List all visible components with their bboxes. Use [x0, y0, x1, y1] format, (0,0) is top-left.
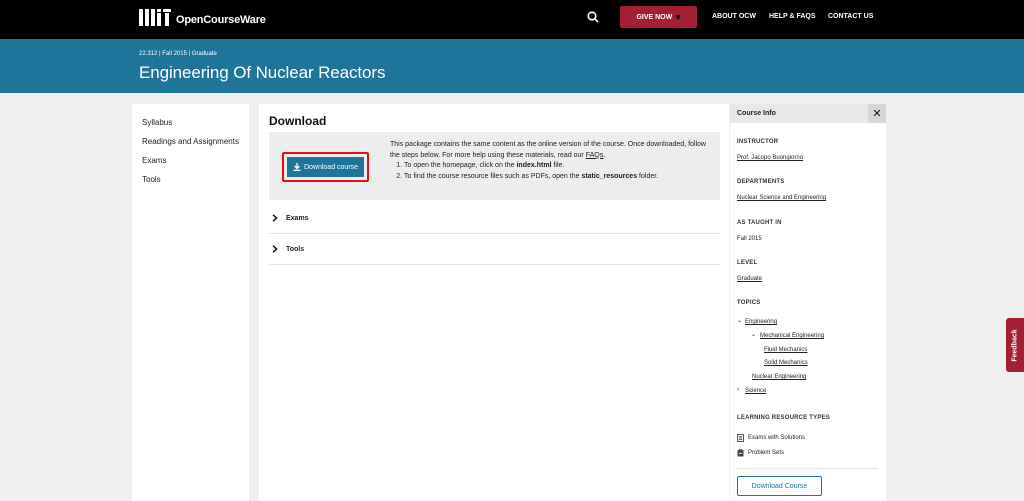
- nav-item-readings[interactable]: Readings and Assignments: [142, 137, 239, 146]
- accordion-tools[interactable]: Tools: [269, 234, 720, 265]
- intro-text: This package contains the same content a…: [390, 141, 706, 159]
- course-info-title: Course Info: [737, 110, 776, 117]
- course-meta: 22.312 | Fall 2015 | Graduate: [139, 51, 217, 57]
- step-2-end: folder.: [639, 172, 659, 180]
- lrt-problem-sets-label: Problem Sets: [748, 450, 785, 456]
- top-navigation-bar: OpenCourseWare GIVE NOW ♥ ABOUT OCW HELP…: [0, 0, 1024, 39]
- course-banner: 22.312 | Fall 2015 | Graduate Engineerin…: [0, 39, 1024, 93]
- chevron-right-icon: [272, 245, 278, 253]
- departments-label: DEPARTMENTS: [737, 179, 785, 185]
- search-icon[interactable]: [587, 11, 599, 23]
- logo-text: OpenCourseWare: [176, 14, 266, 26]
- step-2-folder: static_resources: [581, 172, 638, 180]
- department-link[interactable]: Nuclear Science and Engineering: [737, 195, 826, 201]
- download-icon: [293, 163, 301, 171]
- feedback-label: Feedback: [1011, 328, 1019, 362]
- lrt-problem-sets[interactable]: Problem Sets: [737, 449, 784, 457]
- instructor-label: INSTRUCTOR: [737, 139, 779, 145]
- lrt-exams-label: Exams with Solutions: [748, 435, 806, 441]
- course-info-panel: Course Info ✕ INSTRUCTOR Prof. Jacopo Bu…: [730, 104, 886, 501]
- faqs-link[interactable]: FAQs: [586, 152, 604, 159]
- topic-mechanical-engineering[interactable]: Mechanical Engineering: [760, 333, 824, 339]
- chevron-right-icon[interactable]: ›: [737, 387, 739, 393]
- level-link[interactable]: Graduate: [737, 276, 762, 282]
- ocw-logo[interactable]: OpenCourseWare: [139, 9, 266, 26]
- step-2: To find the course resource files such a…: [404, 172, 716, 183]
- close-icon[interactable]: ✕: [868, 104, 886, 123]
- nav-contact-us[interactable]: CONTACT US: [828, 13, 873, 20]
- download-course-label: Download course: [303, 163, 359, 171]
- topics-label: TOPICS: [737, 300, 761, 306]
- nav-item-syllabus[interactable]: Syllabus: [142, 118, 172, 127]
- instructor-link[interactable]: Prof. Jacopo Buongiorno: [737, 155, 803, 161]
- page-heading: Download: [269, 114, 327, 128]
- nav-item-tools[interactable]: Tools: [142, 175, 161, 184]
- download-course-button[interactable]: Download course: [287, 157, 364, 177]
- lrt-label: LEARNING RESOURCE TYPES: [737, 415, 830, 421]
- heart-icon: ♥: [675, 11, 681, 22]
- topic-fluid-mechanics[interactable]: Fluid Mechanics: [764, 347, 807, 353]
- course-info-header: Course Info ✕: [730, 104, 886, 123]
- download-panel: Download course This package contains th…: [269, 132, 720, 200]
- give-now-button[interactable]: GIVE NOW ♥: [620, 6, 697, 28]
- step-1: To open the homepage, click on the index…: [404, 161, 716, 172]
- topic-engineering[interactable]: Engineering: [745, 319, 777, 325]
- step-2-text: To find the course resource files such a…: [404, 172, 580, 180]
- download-intro: This package contains the same content a…: [390, 141, 706, 159]
- download-steps: To open the homepage, click on the index…: [390, 161, 716, 182]
- topic-nuclear-engineering[interactable]: Nuclear Engineering: [752, 374, 806, 380]
- accordion-exams-label: Exams: [286, 214, 309, 222]
- topic-solid-mechanics[interactable]: Solid Mechanics: [764, 360, 808, 366]
- download-highlight: Download course: [282, 152, 369, 182]
- chevron-down-icon[interactable]: ⌄: [751, 331, 756, 338]
- download-instructions: This package contains the same content a…: [390, 140, 716, 182]
- nav-item-exams[interactable]: Exams: [142, 156, 166, 165]
- exam-icon: [737, 434, 744, 442]
- problem-set-icon: [737, 449, 744, 457]
- give-now-label: GIVE NOW: [636, 13, 673, 21]
- nav-about-ocw[interactable]: ABOUT OCW: [712, 13, 756, 20]
- chevron-right-icon: [272, 214, 278, 222]
- accordion-exams[interactable]: Exams: [269, 203, 720, 234]
- step-1-end: file.: [553, 162, 565, 169]
- nav-help-faqs[interactable]: HELP & FAQS: [769, 13, 816, 20]
- step-1-file: index.html: [516, 162, 552, 169]
- download-course-sidebar-button[interactable]: Download Course: [737, 476, 822, 496]
- level-label: LEVEL: [737, 260, 758, 266]
- chevron-down-icon[interactable]: ⌄: [737, 317, 742, 324]
- taught-label: AS TAUGHT IN: [737, 220, 782, 226]
- accordion-tools-label: Tools: [286, 245, 305, 253]
- lrt-exams-with-solutions[interactable]: Exams with Solutions: [737, 434, 805, 442]
- topic-science[interactable]: Science: [745, 388, 766, 394]
- taught-value: Fall 2015: [737, 236, 762, 242]
- main-content: Download Download course This package co…: [259, 104, 729, 501]
- mit-logo-icon: [139, 9, 171, 26]
- course-title[interactable]: Engineering Of Nuclear Reactors: [139, 63, 385, 83]
- step-1-text: To open the homepage, click on the: [404, 162, 515, 169]
- course-nav-sidebar: Syllabus Readings and Assignments Exams …: [132, 104, 249, 501]
- panel-divider: [737, 468, 878, 469]
- feedback-tab[interactable]: Feedback: [1006, 318, 1024, 372]
